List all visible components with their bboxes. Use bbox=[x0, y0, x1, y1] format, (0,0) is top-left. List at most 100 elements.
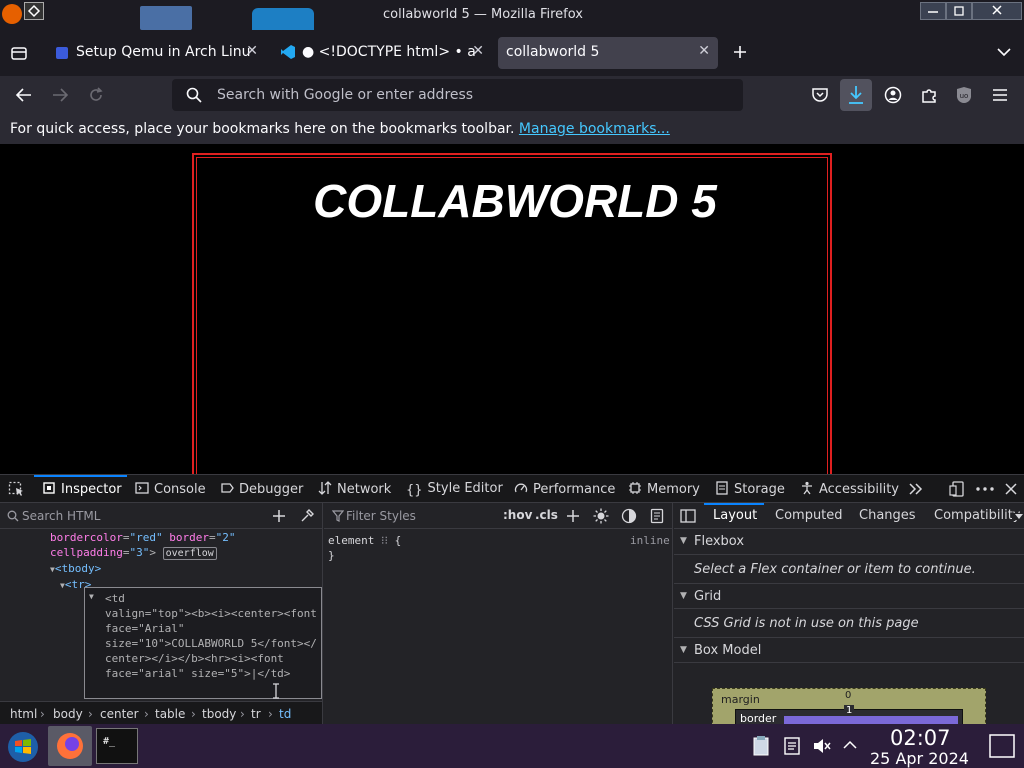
tab-layout[interactable]: Layout bbox=[713, 508, 757, 523]
back-arrow-icon[interactable] bbox=[15, 87, 33, 103]
window-titlebar: collabworld 5 — Mozilla Firefox bbox=[0, 0, 1024, 30]
close-tab-icon[interactable]: ✕ bbox=[698, 43, 710, 59]
forward-arrow-icon[interactable] bbox=[51, 87, 69, 103]
editor-line: face="arial" size="5">|</td> bbox=[105, 667, 291, 680]
toggle-pseudo-classes-button[interactable]: :hov bbox=[503, 508, 532, 522]
box-model-section-header[interactable]: ▼ Box Model bbox=[674, 637, 1024, 663]
ublock-shield-icon[interactable]: uo bbox=[955, 86, 973, 104]
filter-styles-placeholder[interactable]: Filter Styles bbox=[346, 509, 416, 523]
breadcrumb-tr[interactable]: tr bbox=[251, 707, 261, 721]
tab-label: Performance bbox=[533, 482, 616, 497]
pick-element-icon[interactable] bbox=[8, 481, 24, 497]
tab-inspector[interactable]: Inspector bbox=[42, 481, 122, 497]
reload-icon[interactable] bbox=[87, 86, 105, 104]
close-window-button[interactable] bbox=[972, 2, 1022, 20]
expand-triangle-icon[interactable]: ▼ bbox=[89, 592, 94, 601]
tab-collabworld-5[interactable]: collabworld 5 ✕ bbox=[498, 37, 718, 69]
markup-node-tbody[interactable]: ▼<tbody> bbox=[50, 562, 101, 575]
breadcrumb-html[interactable]: html bbox=[10, 707, 37, 721]
dark-theme-contrast-icon[interactable] bbox=[621, 508, 637, 524]
taskbar-firefox[interactable] bbox=[48, 726, 92, 766]
filter-styles-field[interactable]: Filter Styles :hov .cls bbox=[324, 503, 673, 529]
volume-muted-icon[interactable] bbox=[812, 737, 832, 755]
search-html-placeholder[interactable]: Search HTML bbox=[22, 509, 100, 523]
close-devtools-icon[interactable] bbox=[1004, 482, 1018, 496]
responsive-design-icon[interactable] bbox=[949, 481, 967, 497]
add-rule-icon[interactable] bbox=[566, 509, 580, 523]
selected-node-editor[interactable]: ▼ <td valign="top"><b><i><center><font f… bbox=[84, 587, 322, 699]
url-bar[interactable]: Search with Google or enter address bbox=[172, 79, 743, 111]
account-icon[interactable] bbox=[884, 86, 902, 104]
pocket-icon[interactable] bbox=[811, 87, 829, 103]
breadcrumb-center[interactable]: center bbox=[100, 707, 139, 721]
tab-style-editor[interactable]: {} Style Editor bbox=[406, 481, 503, 498]
firefox-view-icon[interactable] bbox=[10, 44, 28, 62]
tab-changes[interactable]: Changes bbox=[859, 508, 916, 523]
extensions-puzzle-icon[interactable] bbox=[920, 86, 938, 104]
more-tabs-chevron-icon[interactable] bbox=[908, 482, 924, 496]
breadcrumb-separator-icon: › bbox=[268, 707, 273, 721]
memory-chip-icon bbox=[628, 481, 642, 495]
sidebar-tabs-dropdown-icon[interactable] bbox=[1012, 513, 1024, 520]
search-html-field[interactable]: Search HTML bbox=[0, 503, 322, 529]
eyedropper-icon[interactable] bbox=[300, 509, 314, 523]
list-all-tabs-chevron-down-icon[interactable] bbox=[996, 46, 1012, 58]
print-media-icon[interactable] bbox=[650, 508, 664, 524]
hamburger-menu-icon[interactable] bbox=[991, 87, 1009, 103]
tab-console[interactable]: Console bbox=[135, 481, 206, 497]
margin-top-value[interactable]: 0 bbox=[845, 690, 851, 701]
clipboard-tray-icon[interactable] bbox=[752, 735, 770, 757]
minimize-window-button[interactable] bbox=[920, 2, 946, 20]
element-rule-selector[interactable]: element ⁝⁝ { bbox=[328, 534, 401, 547]
start-menu-icon[interactable] bbox=[6, 730, 40, 764]
tab-label: Console bbox=[154, 482, 206, 497]
tab-network[interactable]: Network bbox=[318, 481, 391, 497]
tab-performance[interactable]: Performance bbox=[514, 481, 615, 497]
new-tab-icon[interactable] bbox=[732, 44, 748, 60]
markup-line[interactable]: bordercolor="red" border="2" bbox=[50, 531, 235, 544]
breadcrumb-body[interactable]: body bbox=[53, 707, 83, 721]
toggle-classes-button[interactable]: .cls bbox=[535, 508, 558, 522]
close-tab-icon[interactable]: ✕ bbox=[472, 43, 484, 59]
toggle-sidebar-icon[interactable] bbox=[680, 509, 696, 523]
manage-bookmarks-link[interactable]: Manage bookmarks... bbox=[519, 121, 670, 137]
taskbar-terminal[interactable]: #_ bbox=[96, 728, 138, 764]
breadcrumb-td[interactable]: td bbox=[279, 707, 291, 721]
system-tray-expand-chevron-up-icon[interactable] bbox=[843, 740, 857, 750]
overflow-badge[interactable]: overflow bbox=[162, 547, 217, 560]
style-editor-icon: {} bbox=[406, 483, 423, 498]
svg-text:uo: uo bbox=[960, 92, 969, 100]
tab-accessibility[interactable]: Accessibility bbox=[800, 481, 899, 497]
tab-setup-qemu[interactable]: Setup Qemu in Arch Linu ✕ bbox=[46, 37, 266, 69]
devtools-panel: Inspector Console Debugger Network {} Sty… bbox=[0, 474, 1024, 725]
url-input-placeholder[interactable]: Search with Google or enter address bbox=[217, 87, 473, 103]
bookmarks-prompt-text: For quick access, place your bookmarks h… bbox=[10, 121, 515, 137]
grid-section-header[interactable]: ▼ Grid bbox=[674, 583, 1024, 609]
markup-line[interactable]: cellpadding="3"> overflow bbox=[50, 546, 217, 560]
flexbox-section-header[interactable]: ▼ Flexbox bbox=[674, 529, 1024, 555]
breadcrumb-table[interactable]: table bbox=[155, 707, 185, 721]
clock-date[interactable]: 25 Apr 2024 bbox=[870, 749, 969, 768]
close-tab-icon[interactable]: ✕ bbox=[246, 43, 258, 59]
light-theme-sun-icon[interactable] bbox=[593, 508, 609, 524]
tab-doctype-html[interactable]: ● <!DOCTYPE html> • a ✕ bbox=[272, 37, 492, 69]
navigation-toolbar: Search with Google or enter address uo bbox=[0, 76, 1024, 114]
border-top-value[interactable]: 1 bbox=[844, 705, 855, 716]
notes-tray-icon[interactable] bbox=[783, 737, 801, 755]
tab-debugger[interactable]: Debugger bbox=[220, 481, 303, 497]
add-node-icon[interactable] bbox=[272, 509, 286, 523]
element-node-icon: ⁝⁝ bbox=[380, 534, 388, 547]
show-desktop-icon[interactable] bbox=[989, 734, 1015, 758]
storage-icon bbox=[715, 481, 729, 495]
breadcrumb-separator-icon: › bbox=[88, 707, 93, 721]
downloads-button[interactable] bbox=[840, 79, 872, 111]
restore-window-button[interactable] bbox=[946, 2, 972, 20]
tab-storage[interactable]: Storage bbox=[715, 481, 785, 497]
breadcrumb-tbody[interactable]: tbody bbox=[202, 707, 236, 721]
more-options-ellipsis-icon[interactable] bbox=[976, 487, 994, 491]
clock-time[interactable]: 02:07 bbox=[890, 726, 951, 750]
tab-memory[interactable]: Memory bbox=[628, 481, 700, 497]
tab-label: Setup Qemu in Arch Linu bbox=[76, 44, 251, 60]
tab-compatibility[interactable]: Compatibility bbox=[934, 508, 1021, 523]
tab-computed[interactable]: Computed bbox=[775, 508, 843, 523]
